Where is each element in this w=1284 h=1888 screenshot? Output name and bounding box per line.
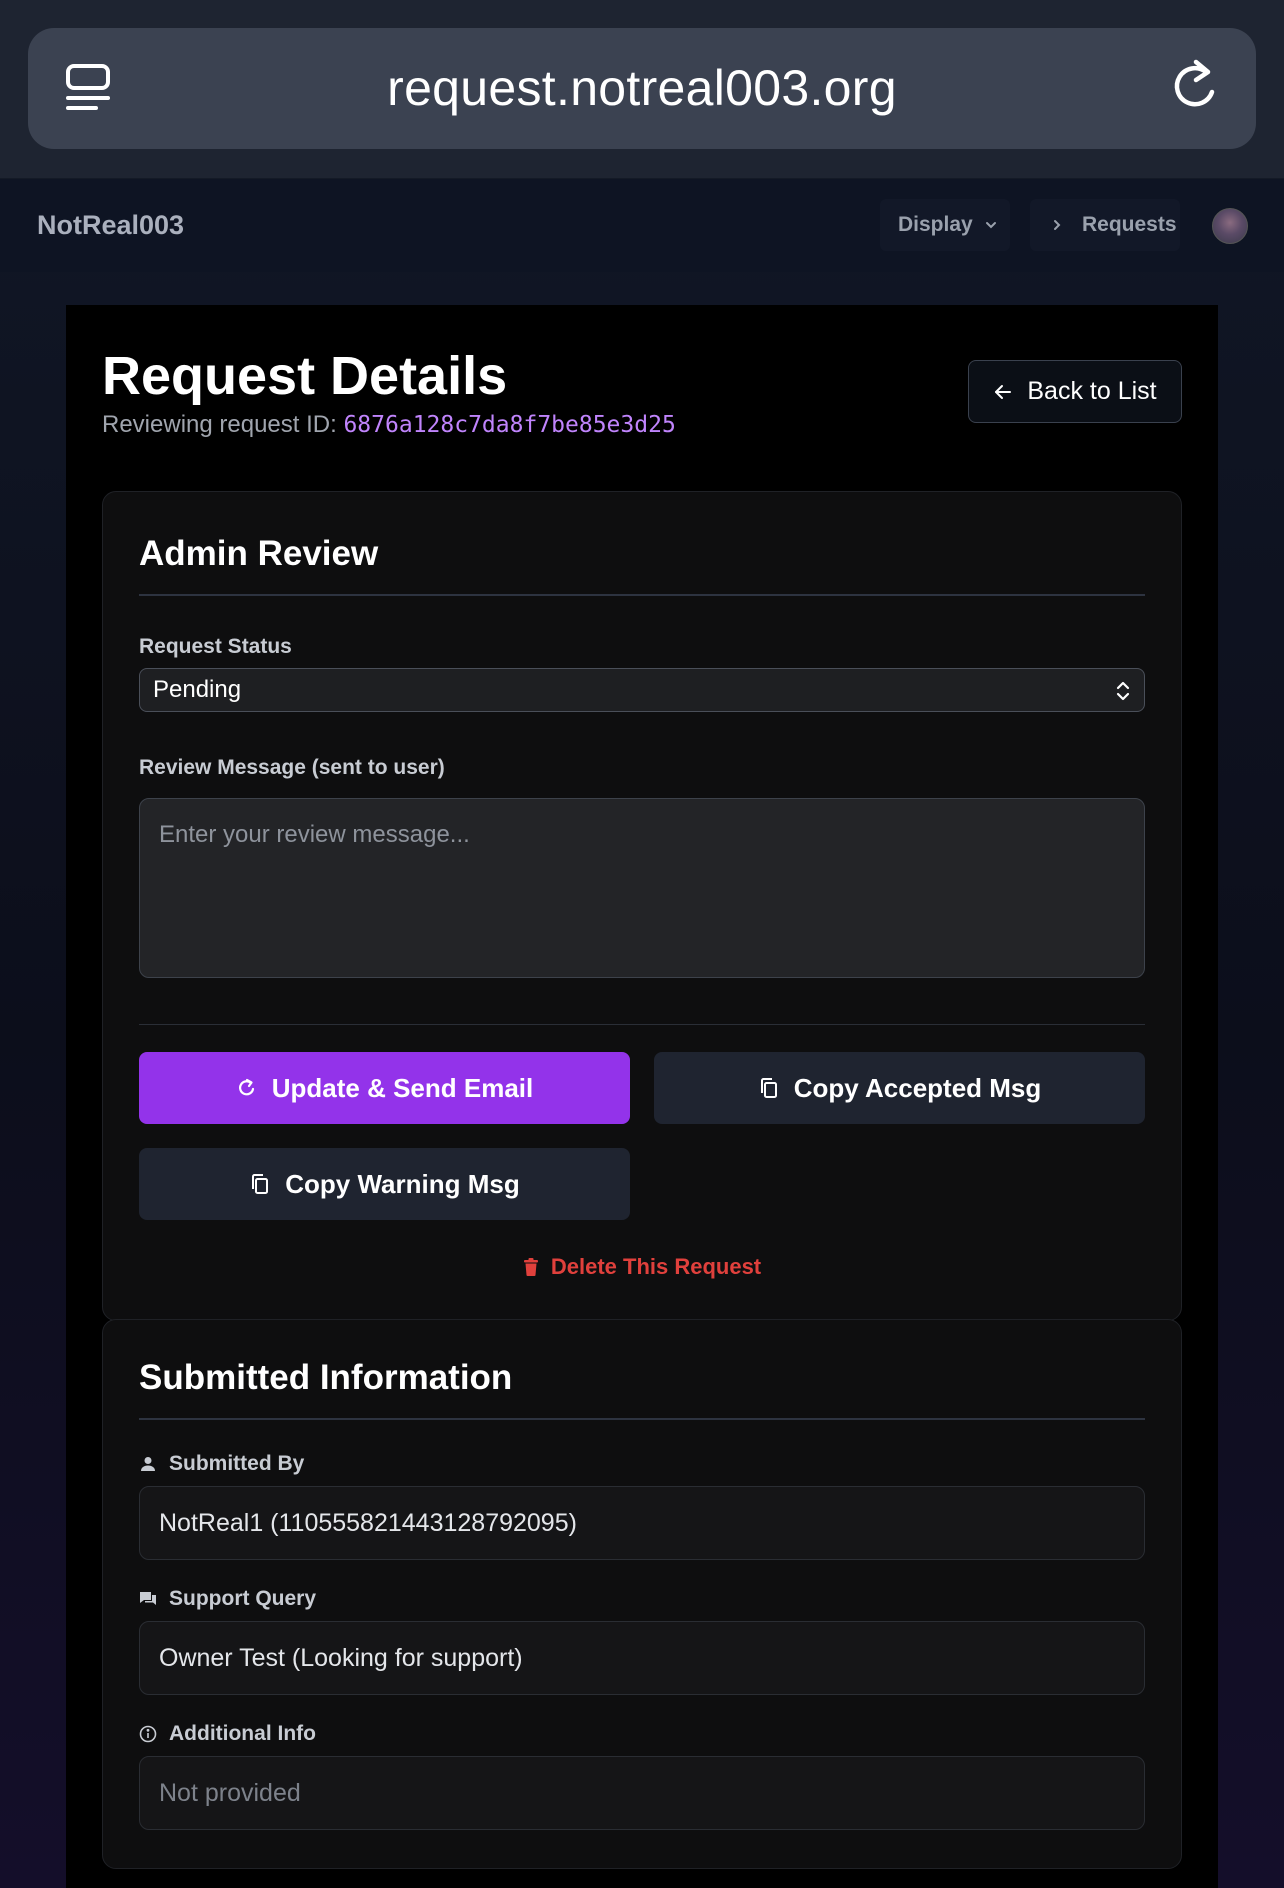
request-status-label: Request Status: [139, 635, 292, 658]
chevron-right-icon: [1054, 220, 1061, 230]
nav-display-dropdown[interactable]: Display: [880, 199, 1010, 251]
copy-warning-msg-button[interactable]: Copy Warning Msg: [139, 1148, 630, 1220]
address-bar[interactable]: request.notreal003.org: [28, 28, 1256, 149]
divider: [139, 594, 1145, 596]
chat-icon: [140, 1592, 156, 1605]
update-send-email-label: Update & Send Email: [271, 1072, 534, 1103]
browser-toolbar: request.notreal003.org: [0, 0, 1284, 179]
submitted-by-field: NotReal1 (1105558214431287920​95): [139, 1486, 1145, 1560]
app-header: NotReal003 Display Requests: [0, 179, 1284, 272]
additional-info-label-text: Additional Info: [169, 1722, 316, 1745]
back-to-list-label: Back to List: [1027, 377, 1157, 405]
reload-icon[interactable]: [1166, 56, 1226, 116]
divider: [139, 1418, 1145, 1420]
refresh-icon: [238, 1078, 254, 1096]
request-id: 6876a128c7da8f7be85e3d25: [343, 412, 676, 438]
review-message-label: Review Message (sent to user): [139, 756, 445, 779]
copy-accepted-msg-label: Copy Accepted Msg: [793, 1072, 1042, 1103]
additional-info-label: Additional Info: [139, 1722, 316, 1746]
divider: [139, 1024, 1145, 1025]
nav-display-label: Display: [898, 213, 973, 236]
subtitle-prefix: Reviewing request ID:: [102, 411, 344, 438]
submitted-info-card: Submitted Information Submitted By NotRe…: [102, 1319, 1182, 1869]
nav-requests-label: Requests: [1082, 213, 1177, 236]
review-message-textarea[interactable]: Enter your review message...: [139, 798, 1145, 978]
back-to-list-button[interactable]: Back to List: [968, 360, 1182, 423]
nav-requests-link[interactable]: Requests: [1030, 199, 1180, 251]
admin-review-heading: Admin Review: [139, 534, 379, 573]
info-icon: [139, 1725, 157, 1743]
copy-warning-msg-label: Copy Warning Msg: [285, 1168, 520, 1199]
submitted-by-label-text: Submitted By: [169, 1452, 305, 1475]
page-title: Request Details: [102, 346, 508, 406]
support-query-label-text: Support Query: [169, 1587, 317, 1610]
support-query-label: Support Query: [139, 1587, 316, 1611]
additional-info-field: Not provided: [139, 1756, 1145, 1830]
brand-logo[interactable]: NotReal003: [37, 210, 184, 241]
submitted-info-heading: Submitted Information: [139, 1358, 513, 1397]
delete-request-label: Delete This Request: [550, 1254, 762, 1279]
arrow-left-icon: [995, 384, 1012, 399]
main-panel: Request Details Reviewing request ID: 68…: [66, 305, 1218, 1888]
request-status-value: Pending: [153, 676, 242, 703]
trash-icon: [523, 1258, 538, 1276]
update-send-email-button[interactable]: Update & Send Email: [139, 1052, 630, 1124]
select-arrows-icon: [1116, 681, 1130, 701]
chevron-down-icon: [985, 222, 996, 229]
copy-icon: [760, 1078, 777, 1098]
user-icon: [141, 1457, 155, 1471]
admin-review-card: Admin Review Request Status Pending Revi…: [102, 491, 1182, 1321]
request-status-select[interactable]: Pending: [139, 668, 1145, 712]
copy-accepted-msg-button[interactable]: Copy Accepted Msg: [654, 1052, 1145, 1124]
url-text[interactable]: request.notreal003.org: [28, 58, 1256, 118]
submitted-by-label: Submitted By: [139, 1452, 304, 1476]
delete-request-link[interactable]: Delete This Request: [103, 1254, 1181, 1280]
avatar[interactable]: [1212, 208, 1248, 244]
copy-icon: [252, 1174, 269, 1194]
page-subtitle: Reviewing request ID: 6876a128c7da8f7be8…: [102, 411, 676, 439]
review-message-placeholder: Enter your review message...: [159, 821, 470, 848]
support-query-field: Owner Test (Looking for support): [139, 1621, 1145, 1695]
